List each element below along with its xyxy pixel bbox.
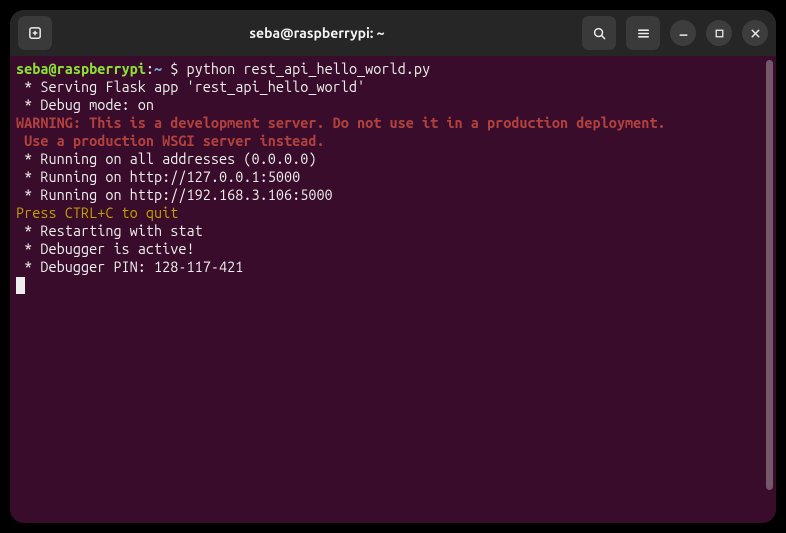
terminal-output[interactable]: seba@raspberrypi:~ $ python rest_api_hel… bbox=[10, 56, 764, 523]
scrollbar-thumb[interactable] bbox=[766, 60, 773, 490]
output-line: * Debug mode: on bbox=[16, 96, 154, 113]
output-line: * Running on http://192.168.3.106:5000 bbox=[16, 186, 333, 203]
output-line: * Running on http://127.0.0.1:5000 bbox=[16, 168, 300, 185]
output-line-warning: WARNING: This is a development server. D… bbox=[16, 114, 666, 131]
titlebar-left bbox=[18, 16, 52, 50]
prompt-command: python rest_api_hello_world.py bbox=[187, 60, 431, 77]
output-line: * Serving Flask app 'rest_api_hello_worl… bbox=[16, 78, 365, 95]
new-tab-icon bbox=[28, 26, 43, 41]
scrollbar[interactable] bbox=[764, 56, 776, 523]
output-line-warning: Use a production WSGI server instead. bbox=[16, 132, 325, 149]
prompt-sep1: : bbox=[146, 60, 154, 77]
minimize-button[interactable] bbox=[670, 20, 696, 46]
output-line: * Debugger is active! bbox=[16, 240, 195, 257]
hamburger-icon bbox=[636, 26, 651, 41]
prompt-sep2: $ bbox=[162, 60, 186, 77]
terminal-window: seba@raspberrypi: ~ bbox=[10, 10, 776, 523]
output-line: * Running on all addresses (0.0.0.0) bbox=[16, 150, 316, 167]
output-line: * Debugger PIN: 128-117-421 bbox=[16, 258, 243, 275]
search-button[interactable] bbox=[582, 16, 616, 50]
menu-button[interactable] bbox=[626, 16, 660, 50]
new-tab-button[interactable] bbox=[18, 16, 52, 50]
titlebar-right bbox=[582, 16, 768, 50]
cursor bbox=[16, 277, 25, 294]
maximize-icon bbox=[713, 27, 726, 40]
close-icon bbox=[749, 27, 762, 40]
titlebar: seba@raspberrypi: ~ bbox=[10, 10, 776, 56]
terminal-body: seba@raspberrypi:~ $ python rest_api_hel… bbox=[10, 56, 776, 523]
output-line-hint: Press CTRL+C to quit bbox=[16, 204, 178, 221]
output-line: * Restarting with stat bbox=[16, 222, 203, 239]
maximize-button[interactable] bbox=[706, 20, 732, 46]
close-button[interactable] bbox=[742, 20, 768, 46]
search-icon bbox=[592, 26, 607, 41]
prompt-user-host: seba@raspberrypi bbox=[16, 60, 146, 77]
minimize-icon bbox=[677, 27, 690, 40]
window-title: seba@raspberrypi: ~ bbox=[60, 25, 574, 41]
prompt-path: ~ bbox=[154, 60, 162, 77]
